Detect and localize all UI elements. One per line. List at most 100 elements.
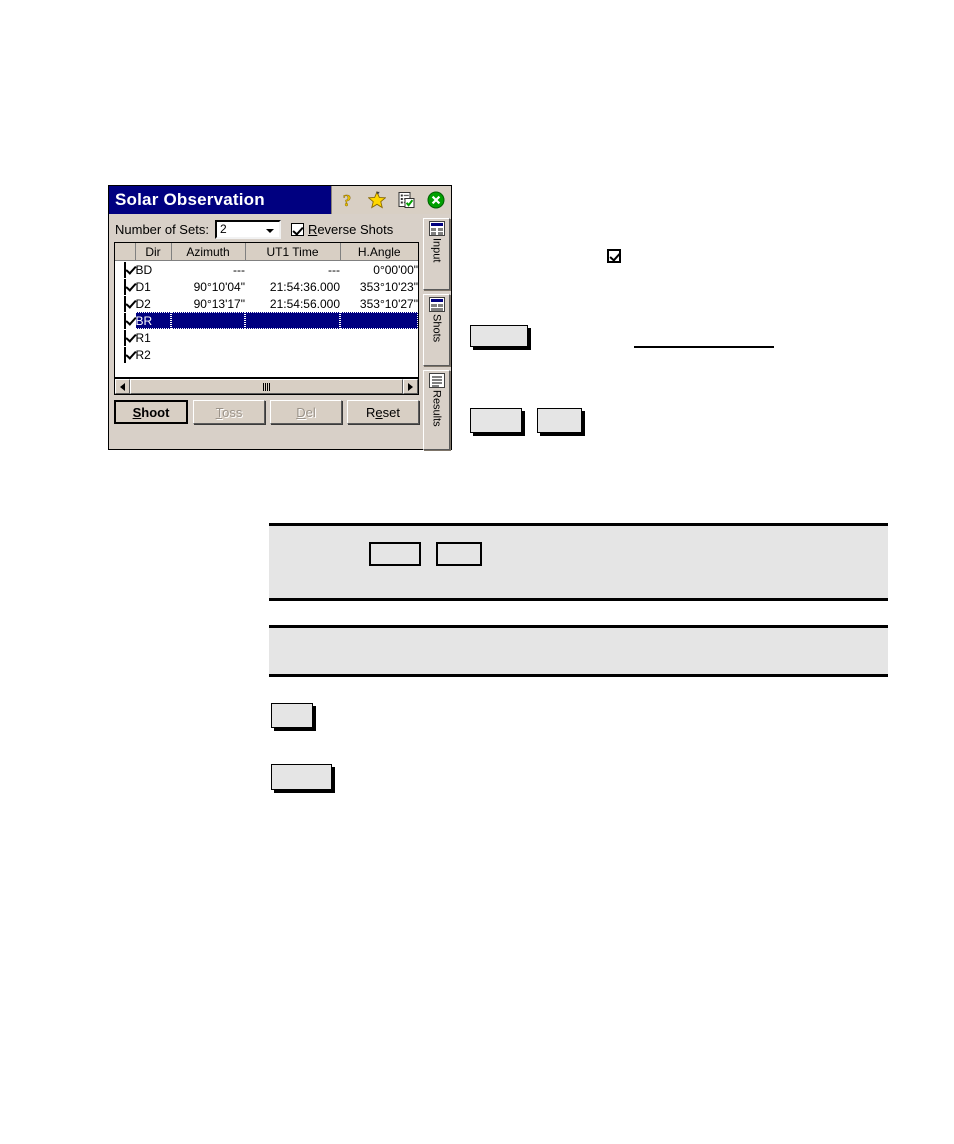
- titlebar-icon-group: ?: [331, 186, 451, 214]
- annotation-button-placeholder-5: [271, 764, 332, 790]
- list-check-icon[interactable]: [395, 189, 417, 211]
- triangle-left-icon: [120, 382, 125, 391]
- number-of-sets-dropdown[interactable]: 2: [214, 219, 281, 239]
- number-of-sets-label: Number of Sets:: [115, 221, 209, 237]
- dialog-client-area: Number of Sets: 2 Reverse Shots Dir Azim…: [109, 214, 451, 450]
- table-row[interactable]: R1: [115, 329, 418, 346]
- toss-button-label-rest: oss: [222, 404, 243, 420]
- annotation-inline-box-1: [369, 542, 421, 566]
- shoot-button[interactable]: Shoot: [114, 400, 188, 424]
- row-hangle: 0°00'00": [373, 262, 418, 277]
- table-row[interactable]: D1 90°10'04" 21:54:36.000 353°10'23": [115, 278, 418, 295]
- row-ut1-time: [245, 312, 340, 329]
- row-checkbox-cell[interactable]: [115, 278, 136, 295]
- number-of-sets-row: Number of Sets: 2 Reverse Shots: [115, 219, 393, 239]
- reverse-shots-checkbox-group[interactable]: Reverse Shots: [290, 222, 393, 237]
- row-ut1-time: [245, 329, 340, 346]
- row-checkbox-cell[interactable]: [115, 312, 136, 329]
- tab-shots-label: Shots: [430, 314, 443, 343]
- annotation-button-placeholder-4: [271, 703, 313, 728]
- toss-button-label: Toss: [216, 405, 243, 420]
- del-button-label-rest: el: [305, 404, 316, 420]
- row-checkbox-cell[interactable]: [115, 329, 136, 346]
- row-hangle: [340, 312, 418, 329]
- reset-button-label-pre: R: [366, 404, 376, 420]
- reverse-shots-checkbox[interactable]: [290, 222, 304, 236]
- row-checkbox-cell[interactable]: [115, 260, 136, 278]
- reverse-shots-accel: R: [307, 221, 318, 237]
- del-button-label: Del: [296, 405, 316, 420]
- grid-horizontal-scrollbar[interactable]: [114, 378, 419, 395]
- tab-shots[interactable]: Shots: [423, 294, 450, 366]
- row-dir: BD: [135, 262, 153, 277]
- tab-results-label: Results: [430, 390, 443, 427]
- row-checkbox[interactable]: [123, 261, 126, 278]
- shoot-button-label-rest: hoot: [141, 404, 170, 420]
- table-row[interactable]: D2 90°13'17" 21:54:56.000 353°10'27": [115, 295, 418, 312]
- reset-button-accel: e: [375, 404, 383, 420]
- del-button: Del: [270, 400, 342, 424]
- annotation-button-placeholder-2: [470, 408, 522, 433]
- row-checkbox[interactable]: [123, 329, 126, 346]
- scroll-left-button[interactable]: [115, 379, 130, 394]
- table-row[interactable]: BD --- --- 0°00'00": [115, 260, 418, 278]
- col-header-hangle[interactable]: H.Angle: [340, 243, 418, 261]
- results-document-icon: [428, 373, 445, 388]
- row-checkbox[interactable]: [123, 346, 126, 363]
- table-row[interactable]: R2: [115, 346, 418, 363]
- row-checkbox[interactable]: [123, 278, 126, 295]
- dialog-title: Solar Observation: [115, 190, 265, 209]
- svg-text:?: ?: [343, 191, 352, 209]
- table-header-row: Dir Azimuth UT1 Time H.Angle: [115, 243, 418, 261]
- shots-table-body: BD --- --- 0°00'00" D1 90°10'04" 21:54:36.000 3…: [115, 260, 418, 363]
- row-azimuth: [171, 346, 245, 363]
- close-icon[interactable]: [425, 189, 447, 211]
- row-azimuth: [171, 312, 245, 329]
- annotation-checkbox-glyph: [607, 249, 621, 263]
- row-checkbox[interactable]: [123, 312, 126, 329]
- col-header-dir[interactable]: Dir: [135, 243, 172, 261]
- col-header-ut1-time[interactable]: UT1 Time: [245, 243, 341, 261]
- solar-observation-dialog: Solar Observation ? Number of Sets: 2 Re…: [108, 185, 452, 450]
- reset-button-label-rest: set: [382, 404, 400, 420]
- scroll-thumb[interactable]: [130, 379, 403, 394]
- row-azimuth: ---: [233, 262, 245, 277]
- favorites-star-icon[interactable]: [366, 189, 388, 211]
- annotation-underline-1: [634, 346, 774, 348]
- row-dir: R2: [135, 347, 151, 362]
- number-of-sets-value: 2: [219, 222, 227, 236]
- reverse-shots-label: Reverse Shots: [308, 222, 393, 237]
- toss-button: Toss: [193, 400, 265, 424]
- row-ut1-time: 21:54:36.000: [269, 279, 340, 294]
- row-dir: D1: [135, 279, 151, 294]
- shots-grid[interactable]: Dir Azimuth UT1 Time H.Angle BD --- --- 0°0…: [114, 242, 419, 378]
- del-button-accel: D: [296, 404, 306, 420]
- row-ut1-time: ---: [328, 262, 340, 277]
- reverse-shots-label-rest: everse Shots: [317, 221, 394, 237]
- tab-input[interactable]: Input: [423, 218, 450, 290]
- row-hangle: 353°10'27": [359, 296, 418, 311]
- scroll-track[interactable]: [130, 379, 403, 394]
- col-header-check[interactable]: [115, 243, 136, 261]
- tab-results[interactable]: Results: [423, 370, 450, 450]
- shots-form-icon: [428, 297, 445, 312]
- annotation-inline-box-2: [436, 542, 482, 566]
- input-form-icon: [428, 221, 445, 236]
- reset-button[interactable]: Reset: [347, 400, 419, 424]
- col-header-azimuth[interactable]: Azimuth: [171, 243, 246, 261]
- row-checkbox-cell[interactable]: [115, 295, 136, 312]
- row-azimuth: [171, 329, 245, 346]
- row-hangle: [340, 346, 418, 363]
- table-row[interactable]: BR: [115, 312, 418, 329]
- row-dir: R1: [135, 330, 151, 345]
- scroll-right-button[interactable]: [403, 379, 418, 394]
- grip-icon: [263, 382, 270, 391]
- tab-input-label: Input: [430, 238, 443, 263]
- help-icon[interactable]: ?: [336, 189, 358, 211]
- row-checkbox[interactable]: [123, 295, 126, 312]
- vertical-tab-strip: Input Shots Results: [421, 214, 451, 450]
- row-hangle: 353°10'23": [359, 279, 418, 294]
- row-checkbox-cell[interactable]: [115, 346, 136, 363]
- annotation-button-placeholder-3: [537, 408, 582, 433]
- annotation-band-2: [269, 625, 888, 677]
